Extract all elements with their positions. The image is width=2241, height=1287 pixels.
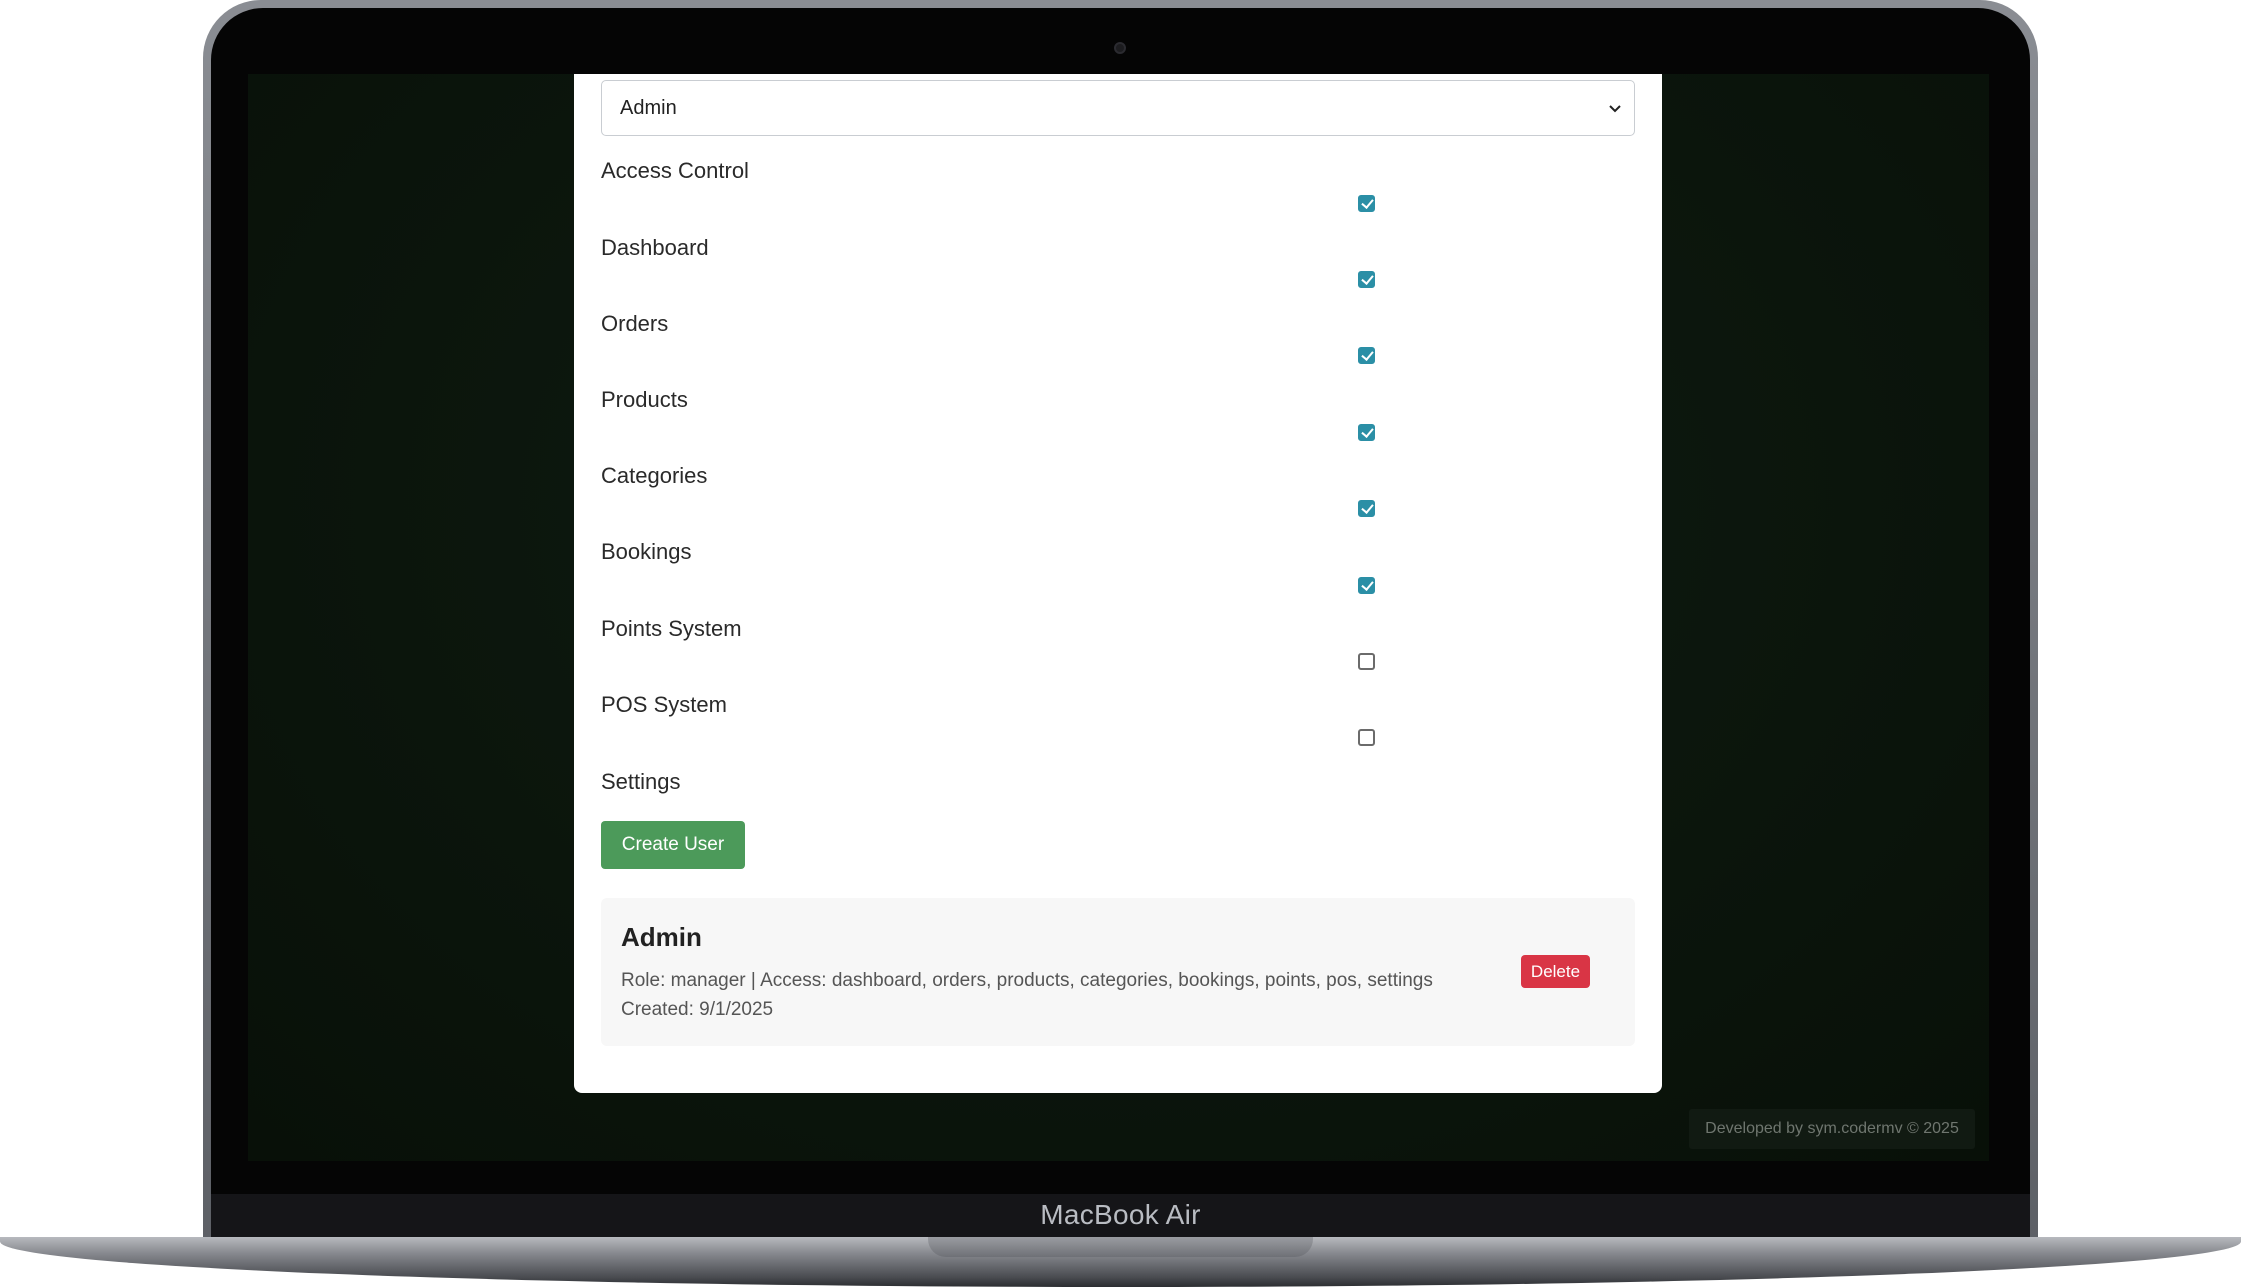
permission-label-categories: Categories bbox=[601, 463, 708, 488]
permission-checkbox[interactable] bbox=[1358, 424, 1375, 441]
user-created-date: Created: 9/1/2025 bbox=[621, 999, 774, 1020]
footer-credit: Developed by sym.codermv © 2025 bbox=[1689, 1109, 1975, 1149]
permission-label-settings: Settings bbox=[601, 769, 681, 794]
permission-checkbox[interactable] bbox=[1358, 653, 1375, 670]
permission-checkbox[interactable] bbox=[1358, 271, 1375, 288]
permission-label-orders: Orders bbox=[601, 311, 669, 336]
permission-label-points-system: Points System bbox=[601, 616, 742, 641]
user-role-access: Role: manager | Access: dashboard, order… bbox=[621, 970, 1433, 991]
user-management-panel: Admin Access Control Dashboard Orders Pr… bbox=[574, 74, 1662, 1093]
permission-label-pos-system: POS System bbox=[601, 692, 727, 717]
permission-label-bookings: Bookings bbox=[601, 539, 692, 564]
chevron-down-icon bbox=[1609, 105, 1621, 113]
permission-checkbox[interactable] bbox=[1358, 577, 1375, 594]
permission-label-products: Products bbox=[601, 387, 688, 412]
permission-label-dashboard: Dashboard bbox=[601, 235, 709, 260]
screen: Admin Access Control Dashboard Orders Pr… bbox=[248, 74, 1989, 1161]
user-name: Admin bbox=[621, 922, 702, 952]
role-select[interactable]: Admin bbox=[601, 80, 1635, 136]
role-select-value: Admin bbox=[620, 96, 677, 119]
create-user-button[interactable]: Create User bbox=[601, 821, 745, 869]
permission-checkbox[interactable] bbox=[1358, 729, 1375, 746]
camera-icon bbox=[1114, 42, 1126, 54]
user-card: Admin Role: manager | Access: dashboard,… bbox=[601, 898, 1635, 1046]
permission-checkbox[interactable] bbox=[1358, 347, 1375, 364]
permission-label-access-control: Access Control bbox=[601, 158, 749, 183]
permission-checkbox[interactable] bbox=[1358, 500, 1375, 517]
laptop-base-notch bbox=[928, 1237, 1313, 1257]
delete-user-button[interactable]: Delete bbox=[1521, 955, 1590, 988]
permission-checkbox[interactable] bbox=[1358, 195, 1375, 212]
device-model-label: MacBook Air bbox=[1040, 1199, 1201, 1230]
